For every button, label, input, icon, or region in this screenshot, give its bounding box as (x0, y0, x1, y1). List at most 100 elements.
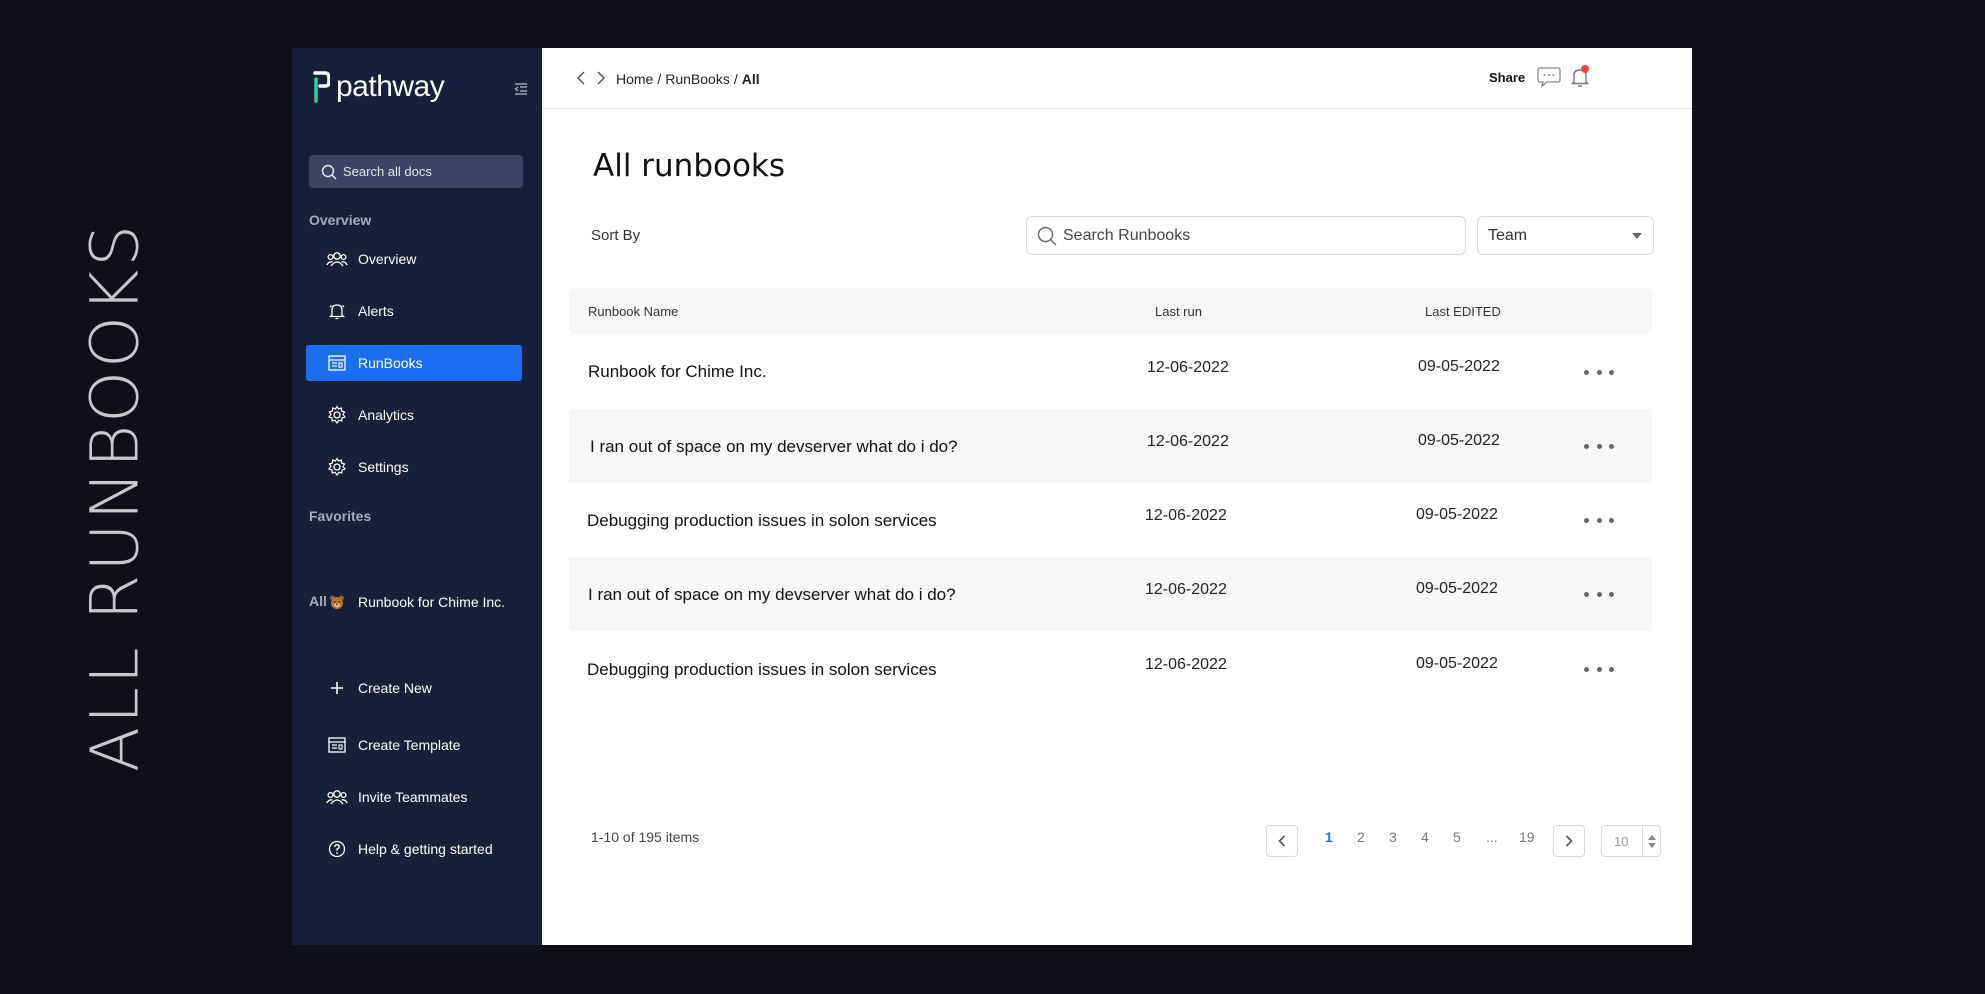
page-number[interactable]: 3 (1389, 829, 1397, 845)
bell-icon (326, 300, 348, 322)
section-heading-favorites: Favorites (309, 508, 372, 524)
favorite-item-label: Runbook for Chime Inc. (358, 594, 506, 610)
more-options-icon[interactable] (1584, 659, 1614, 679)
sort-by-label[interactable]: Sort By (591, 227, 640, 244)
share-button[interactable]: Share (1489, 70, 1525, 85)
app-window: pathway Overview Overview Alerts (292, 48, 1692, 945)
last-edited-date: 09-05-2022 (1416, 506, 1498, 523)
stepper-arrows[interactable] (1642, 826, 1660, 856)
top-bar: Home / RunBooks / All Share (542, 48, 1692, 109)
sidebar-item-label: Create Template (358, 737, 461, 753)
table-row[interactable]: I ran out of space on my devserver what … (569, 409, 1652, 483)
more-options-icon[interactable] (1584, 362, 1614, 382)
breadcrumb-runbooks[interactable]: RunBooks (665, 71, 730, 87)
page-size-value: 10 (1614, 833, 1629, 849)
section-heading-overview: Overview (309, 212, 372, 228)
column-header-last-run[interactable]: Last run (1155, 304, 1202, 319)
sidebar-item-create-new[interactable]: Create New (306, 670, 522, 706)
breadcrumb-separator: / (657, 71, 662, 87)
table-row[interactable]: Runbook for Chime Inc. 12-06-2022 09-05-… (569, 335, 1652, 409)
table-row[interactable]: Debugging production issues in solon ser… (569, 483, 1652, 557)
bear-emoji-icon (326, 591, 348, 613)
page-size-stepper[interactable]: 10 (1601, 825, 1661, 857)
back-arrow-icon[interactable] (574, 70, 588, 86)
sidebar-item-label: Alerts (358, 303, 394, 319)
stepper-up-icon[interactable] (1647, 834, 1656, 840)
breadcrumb-home[interactable]: Home (616, 71, 653, 87)
breadcrumb-current: All (741, 71, 760, 87)
breadcrumb: Home / RunBooks / All (616, 71, 760, 87)
next-page-button[interactable] (1553, 825, 1585, 857)
forward-arrow-icon[interactable] (594, 70, 608, 86)
page-number[interactable]: 5 (1453, 829, 1461, 845)
collapse-sidebar-icon[interactable] (514, 82, 528, 96)
sidebar-item-label: Help & getting started (358, 841, 493, 857)
runbook-search[interactable] (1026, 216, 1466, 255)
sidebar-item-overview[interactable]: Overview (306, 241, 522, 277)
table-row[interactable]: Debugging production issues in solon ser… (569, 631, 1652, 705)
runbook-name[interactable]: Debugging production issues in solon ser… (587, 511, 937, 531)
favorite-item-chime[interactable]: Runbook for Chime Inc. (306, 584, 522, 620)
sidebar-item-settings[interactable]: Settings (306, 449, 522, 485)
main-content: Home / RunBooks / All Share All runbooks… (542, 48, 1692, 945)
more-options-icon[interactable] (1584, 436, 1614, 456)
search-icon (321, 164, 337, 180)
more-options-icon[interactable] (1584, 584, 1614, 604)
section-heading-all: All (309, 593, 327, 609)
breadcrumb-separator: / (733, 71, 738, 87)
sidebar-item-analytics[interactable]: Analytics (306, 397, 522, 433)
last-run-date: 12-06-2022 (1147, 359, 1229, 376)
help-icon (326, 838, 348, 860)
page-number[interactable]: 1 (1325, 829, 1333, 845)
runbook-name[interactable]: Debugging production issues in solon ser… (587, 660, 937, 680)
notification-bell-icon[interactable] (1570, 64, 1590, 88)
prev-page-button[interactable] (1266, 825, 1298, 857)
runbook-name[interactable]: Runbook for Chime Inc. (588, 362, 767, 382)
sidebar-search-input[interactable] (343, 164, 513, 179)
column-header-last-edited[interactable]: Last EDITED (1425, 304, 1501, 319)
team-icon (326, 786, 348, 808)
gear-icon (326, 456, 348, 478)
more-options-icon[interactable] (1584, 510, 1614, 530)
page-title: All runbooks (593, 148, 786, 184)
sidebar-item-help[interactable]: Help & getting started (306, 831, 522, 867)
column-header-name[interactable]: Runbook Name (588, 304, 678, 319)
sidebar-item-create-template[interactable]: Create Template (306, 727, 522, 763)
page-number[interactable]: 19 (1519, 829, 1535, 845)
table-row[interactable]: I ran out of space on my devserver what … (569, 557, 1652, 631)
sidebar-item-label: RunBooks (358, 355, 423, 371)
sidebar-search[interactable] (309, 155, 523, 188)
sidebar: pathway Overview Overview Alerts (292, 48, 542, 945)
last-run-date: 12-06-2022 (1145, 581, 1227, 598)
chevron-left-icon (1278, 835, 1286, 847)
page-number[interactable]: 4 (1421, 829, 1429, 845)
team-icon (326, 248, 348, 270)
last-edited-date: 09-05-2022 (1418, 358, 1500, 375)
sidebar-item-invite-teammates[interactable]: Invite Teammates (306, 779, 522, 815)
runbook-name[interactable]: I ran out of space on my devserver what … (588, 585, 956, 605)
sidebar-item-label: Analytics (358, 407, 415, 423)
comment-icon[interactable] (1537, 66, 1561, 88)
sidebar-item-label: Invite Teammates (358, 789, 468, 805)
runbook-search-input[interactable] (1063, 226, 1453, 245)
runbook-name[interactable]: I ran out of space on my devserver what … (590, 437, 958, 457)
items-count: 1-10 of 195 items (591, 829, 700, 845)
page-number[interactable]: 2 (1357, 829, 1365, 845)
last-run-date: 12-06-2022 (1147, 433, 1229, 450)
template-icon (326, 734, 348, 756)
logo[interactable]: pathway (312, 70, 445, 104)
page-ellipsis: ... (1486, 829, 1498, 845)
gear-icon (326, 404, 348, 426)
stepper-down-icon[interactable] (1647, 842, 1656, 848)
team-select-value: Team (1488, 226, 1528, 244)
sidebar-item-alerts[interactable]: Alerts (306, 293, 522, 329)
last-edited-date: 09-05-2022 (1416, 655, 1498, 672)
sidebar-item-label: Create New (358, 680, 432, 696)
team-select[interactable]: Team (1477, 216, 1654, 255)
last-run-date: 12-06-2022 (1145, 656, 1227, 673)
chevron-right-icon (1565, 835, 1573, 847)
sidebar-item-runbooks[interactable]: RunBooks (306, 345, 522, 381)
banner-title: ALL RUNBOOKS (76, 221, 154, 773)
plus-icon (326, 677, 348, 699)
caret-down-icon (1632, 232, 1642, 239)
